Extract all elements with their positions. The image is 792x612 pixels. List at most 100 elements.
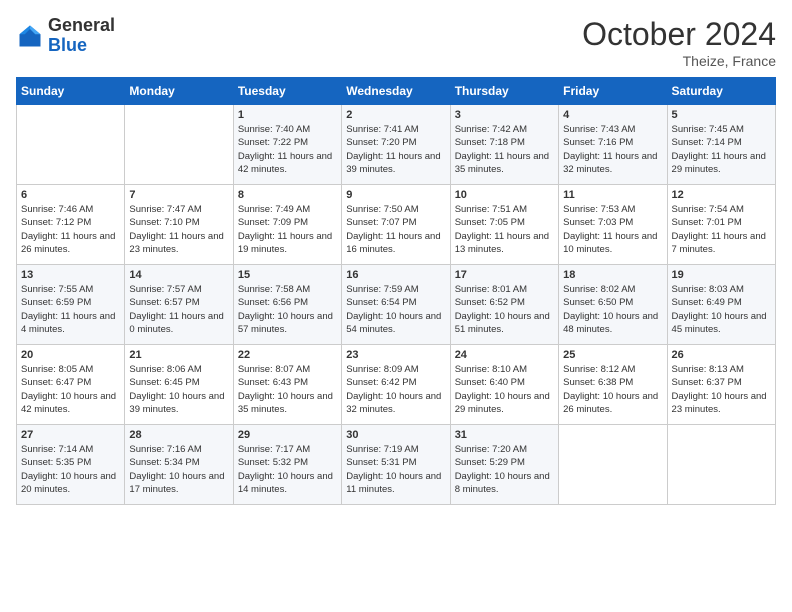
calendar-cell (667, 425, 775, 505)
day-detail: Sunrise: 7:47 AMSunset: 7:10 PMDaylight:… (129, 203, 228, 256)
day-detail: Sunrise: 7:54 AMSunset: 7:01 PMDaylight:… (672, 203, 771, 256)
title-block: October 2024 Theize, France (582, 16, 776, 69)
day-detail: Sunrise: 7:59 AMSunset: 6:54 PMDaylight:… (346, 283, 445, 336)
day-number: 14 (129, 269, 228, 281)
calendar-cell: 5 Sunrise: 7:45 AMSunset: 7:14 PMDaylight… (667, 105, 775, 185)
day-detail: Sunrise: 7:20 AMSunset: 5:29 PMDaylight:… (455, 443, 554, 496)
calendar-cell: 23Sunrise: 8:09 AMSunset: 6:42 PMDayligh… (342, 345, 450, 425)
calendar-table: SundayMondayTuesdayWednesdayThursdayFrid… (16, 77, 776, 505)
calendar-cell: 6 Sunrise: 7:46 AMSunset: 7:12 PMDaylight… (17, 185, 125, 265)
month-title: October 2024 (582, 16, 776, 53)
day-number: 30 (346, 429, 445, 441)
day-detail: Sunrise: 7:49 AMSunset: 7:09 PMDaylight:… (238, 203, 337, 256)
calendar-week-row: 27Sunrise: 7:14 AMSunset: 5:35 PMDayligh… (17, 425, 776, 505)
calendar-cell: 31 Sunrise: 7:20 AMSunset: 5:29 PMDayligh… (450, 425, 558, 505)
calendar-cell: 30 Sunrise: 7:19 AMSunset: 5:31 PMDayligh… (342, 425, 450, 505)
day-number: 19 (672, 269, 771, 281)
day-detail: Sunrise: 7:57 AMSunset: 6:57 PMDaylight:… (129, 283, 228, 336)
day-number: 25 (563, 349, 662, 361)
calendar-cell: 3 Sunrise: 7:42 AMSunset: 7:18 PMDaylight… (450, 105, 558, 185)
calendar-cell: 22 Sunrise: 8:07 AMSunset: 6:43 PMDayligh… (233, 345, 341, 425)
day-detail: Sunrise: 7:51 AMSunset: 7:05 PMDaylight:… (455, 203, 554, 256)
calendar-cell: 26 Sunrise: 8:13 AMSunset: 6:37 PMDayligh… (667, 345, 775, 425)
day-number: 8 (238, 189, 337, 201)
calendar-cell: 27Sunrise: 7:14 AMSunset: 5:35 PMDayligh… (17, 425, 125, 505)
weekday-header: Friday (559, 78, 667, 105)
day-number: 21 (129, 349, 228, 361)
weekday-header: Wednesday (342, 78, 450, 105)
day-detail: Sunrise: 8:03 AMSunset: 6:49 PMDaylight:… (672, 283, 771, 336)
calendar-week-row: 1 Sunrise: 7:40 AMSunset: 7:22 PMDaylight… (17, 105, 776, 185)
day-number: 20 (21, 349, 120, 361)
logo: General Blue (16, 16, 115, 56)
day-number: 23 (346, 349, 445, 361)
day-detail: Sunrise: 7:19 AMSunset: 5:31 PMDaylight:… (346, 443, 445, 496)
logo-icon (16, 22, 44, 50)
calendar-cell: 25Sunrise: 8:12 AMSunset: 6:38 PMDayligh… (559, 345, 667, 425)
calendar-cell: 24Sunrise: 8:10 AMSunset: 6:40 PMDayligh… (450, 345, 558, 425)
day-number: 17 (455, 269, 554, 281)
calendar-cell (125, 105, 233, 185)
day-number: 6 (21, 189, 120, 201)
calendar-cell: 15 Sunrise: 7:58 AMSunset: 6:56 PMDayligh… (233, 265, 341, 345)
day-number: 22 (238, 349, 337, 361)
day-number: 7 (129, 189, 228, 201)
day-detail: Sunrise: 7:50 AMSunset: 7:07 PMDaylight:… (346, 203, 445, 256)
day-detail: Sunrise: 8:05 AMSunset: 6:47 PMDaylight:… (21, 363, 120, 416)
day-detail: Sunrise: 7:17 AMSunset: 5:32 PMDaylight:… (238, 443, 337, 496)
day-number: 5 (672, 109, 771, 121)
calendar-cell: 16 Sunrise: 7:59 AMSunset: 6:54 PMDayligh… (342, 265, 450, 345)
day-number: 26 (672, 349, 771, 361)
day-detail: Sunrise: 8:01 AMSunset: 6:52 PMDaylight:… (455, 283, 554, 336)
calendar-cell: 14 Sunrise: 7:57 AMSunset: 6:57 PMDayligh… (125, 265, 233, 345)
calendar-cell (17, 105, 125, 185)
day-number: 3 (455, 109, 554, 121)
calendar-cell: 9 Sunrise: 7:50 AMSunset: 7:07 PMDaylight… (342, 185, 450, 265)
day-number: 18 (563, 269, 662, 281)
calendar-cell: 11Sunrise: 7:53 AMSunset: 7:03 PMDayligh… (559, 185, 667, 265)
weekday-header: Thursday (450, 78, 558, 105)
calendar-cell: 2 Sunrise: 7:41 AMSunset: 7:20 PMDaylight… (342, 105, 450, 185)
day-number: 13 (21, 269, 120, 281)
logo-general: General (48, 15, 115, 35)
day-number: 9 (346, 189, 445, 201)
day-number: 24 (455, 349, 554, 361)
day-detail: Sunrise: 7:40 AMSunset: 7:22 PMDaylight:… (238, 123, 337, 176)
day-detail: Sunrise: 7:46 AMSunset: 7:12 PMDaylight:… (21, 203, 120, 256)
day-detail: Sunrise: 7:16 AMSunset: 5:34 PMDaylight:… (129, 443, 228, 496)
day-detail: Sunrise: 7:42 AMSunset: 7:18 PMDaylight:… (455, 123, 554, 176)
calendar-week-row: 13 Sunrise: 7:55 AMSunset: 6:59 PMDayligh… (17, 265, 776, 345)
day-number: 16 (346, 269, 445, 281)
day-number: 15 (238, 269, 337, 281)
day-detail: Sunrise: 7:55 AMSunset: 6:59 PMDaylight:… (21, 283, 120, 336)
calendar-cell: 20 Sunrise: 8:05 AMSunset: 6:47 PMDayligh… (17, 345, 125, 425)
day-number: 1 (238, 109, 337, 121)
calendar-cell: 29 Sunrise: 7:17 AMSunset: 5:32 PMDayligh… (233, 425, 341, 505)
calendar-header: SundayMondayTuesdayWednesdayThursdayFrid… (17, 78, 776, 105)
calendar-cell: 7 Sunrise: 7:47 AMSunset: 7:10 PMDaylight… (125, 185, 233, 265)
calendar-cell: 17 Sunrise: 8:01 AMSunset: 6:52 PMDayligh… (450, 265, 558, 345)
page-header: General Blue October 2024 Theize, France (16, 16, 776, 69)
calendar-cell: 1 Sunrise: 7:40 AMSunset: 7:22 PMDaylight… (233, 105, 341, 185)
weekday-header: Saturday (667, 78, 775, 105)
day-detail: Sunrise: 7:14 AMSunset: 5:35 PMDaylight:… (21, 443, 120, 496)
day-detail: Sunrise: 8:07 AMSunset: 6:43 PMDaylight:… (238, 363, 337, 416)
calendar-cell (559, 425, 667, 505)
day-detail: Sunrise: 7:45 AMSunset: 7:14 PMDaylight:… (672, 123, 771, 176)
day-detail: Sunrise: 7:41 AMSunset: 7:20 PMDaylight:… (346, 123, 445, 176)
weekday-header: Sunday (17, 78, 125, 105)
day-number: 29 (238, 429, 337, 441)
day-detail: Sunrise: 8:13 AMSunset: 6:37 PMDaylight:… (672, 363, 771, 416)
day-detail: Sunrise: 8:06 AMSunset: 6:45 PMDaylight:… (129, 363, 228, 416)
day-number: 31 (455, 429, 554, 441)
calendar-cell: 28Sunrise: 7:16 AMSunset: 5:34 PMDayligh… (125, 425, 233, 505)
calendar-week-row: 6 Sunrise: 7:46 AMSunset: 7:12 PMDaylight… (17, 185, 776, 265)
day-number: 2 (346, 109, 445, 121)
weekday-header: Monday (125, 78, 233, 105)
day-detail: Sunrise: 7:58 AMSunset: 6:56 PMDaylight:… (238, 283, 337, 336)
weekday-row: SundayMondayTuesdayWednesdayThursdayFrid… (17, 78, 776, 105)
day-number: 12 (672, 189, 771, 201)
calendar-cell: 10Sunrise: 7:51 AMSunset: 7:05 PMDayligh… (450, 185, 558, 265)
logo-blue: Blue (48, 35, 87, 55)
logo-text: General Blue (48, 16, 115, 56)
